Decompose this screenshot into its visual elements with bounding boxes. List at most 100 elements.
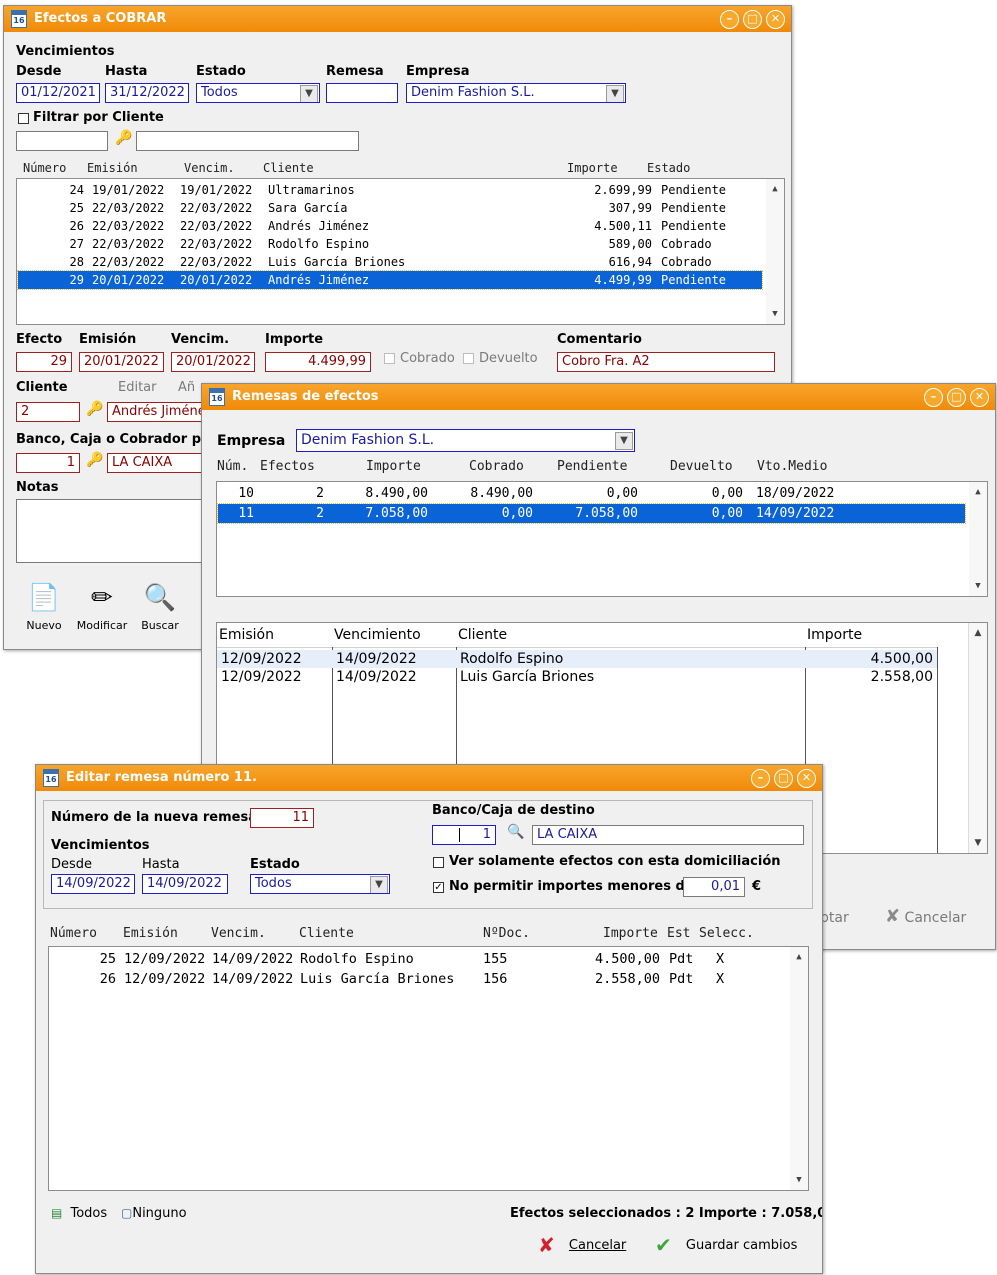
vertical-scrollbar[interactable]: ▲ ▼ xyxy=(790,947,808,1190)
cliente-code-input[interactable] xyxy=(16,131,108,151)
col-pendiente[interactable]: Pendiente xyxy=(557,459,627,474)
numero-remesa-input[interactable]: 11 xyxy=(250,808,314,828)
col-cobrado[interactable]: Cobrado xyxy=(469,459,524,474)
close-icon[interactable]: ✕ xyxy=(970,388,989,407)
notas-textarea[interactable] xyxy=(16,499,206,563)
banco-id-input[interactable]: 1 xyxy=(432,825,496,845)
list-item[interactable]: 26 12/09/2022 14/09/2022 Luis García Bri… xyxy=(50,969,786,989)
anadir-link[interactable]: Añ xyxy=(178,380,195,395)
col-efectos[interactable]: Efectos xyxy=(260,459,315,474)
list-item[interactable]: 10 2 8.490,00 8.490,00 0,00 0,00 18/09/2… xyxy=(218,484,965,503)
list-item[interactable]: 26 22/03/2022 22/03/2022 Andrés Jiménez … xyxy=(18,217,762,235)
cancelar-button[interactable]: ✘ Cancelar xyxy=(538,1233,626,1257)
ninguno-button[interactable]: ▢Ninguno xyxy=(121,1206,187,1221)
col-est[interactable]: Est xyxy=(667,926,690,941)
estado-select[interactable]: Todos ▼ xyxy=(196,83,320,103)
editar-link[interactable]: Editar xyxy=(118,380,157,395)
min-importe-input[interactable]: 0,01 xyxy=(683,877,745,897)
list-item-selected[interactable]: 11 2 7.058,00 0,00 7.058,00 0,00 14/09/2… xyxy=(217,503,966,524)
ver-solamente-checkbox[interactable] xyxy=(433,857,444,868)
scroll-down-icon[interactable]: ▼ xyxy=(969,578,987,594)
hasta-date-input[interactable]: 14/09/2022 xyxy=(142,874,228,894)
banco-name-field[interactable]: LA CAIXA xyxy=(532,825,804,845)
vertical-scrollbar[interactable]: ▲ ▼ xyxy=(969,482,987,596)
key-lookup-icon[interactable]: 🔑 xyxy=(86,401,103,417)
col-devuelto[interactable]: Devuelto xyxy=(670,459,733,474)
todos-button[interactable]: ▤ Todos xyxy=(51,1206,107,1221)
hasta-date-input[interactable]: 31/12/2022 xyxy=(105,83,189,103)
vencim-input[interactable]: 20/01/2022 xyxy=(171,352,255,372)
col-numero[interactable]: Número xyxy=(23,161,66,175)
list-item[interactable]: 25 12/09/2022 14/09/2022 Rodolfo Espino … xyxy=(50,949,786,969)
minimize-icon[interactable]: – xyxy=(720,10,739,29)
empresa-select[interactable]: Denim Fashion S.L. ▼ xyxy=(406,83,626,103)
remesas-list[interactable]: 10 2 8.490,00 8.490,00 0,00 0,00 18/09/2… xyxy=(216,481,988,597)
scroll-down-icon[interactable]: ▼ xyxy=(790,1172,808,1188)
vertical-scrollbar[interactable]: ▲ ▼ xyxy=(968,623,987,853)
efectos-list[interactable]: 24 19/01/2022 19/01/2022 Ultramarinos 2.… xyxy=(16,178,785,325)
maximize-icon[interactable]: □ xyxy=(947,388,966,407)
col-emision[interactable]: Emisión xyxy=(123,926,178,941)
chevron-down-icon[interactable]: ▼ xyxy=(615,432,633,450)
cliente-id-input[interactable]: 2 xyxy=(16,402,80,422)
cell-selecc[interactable]: X xyxy=(716,969,724,989)
grid-row[interactable]: 12/09/2022 14/09/2022 Rodolfo Espino 4.5… xyxy=(217,650,937,668)
chevron-down-icon[interactable]: ▼ xyxy=(606,85,624,102)
guardar-cambios-button[interactable]: ✔ Guardar cambios xyxy=(655,1233,797,1257)
scroll-up-icon[interactable]: ▲ xyxy=(790,949,808,965)
key-lookup-icon[interactable]: 🔑 xyxy=(115,130,132,146)
close-icon[interactable]: ✕ xyxy=(797,769,816,788)
col-emision[interactable]: Emisión xyxy=(87,161,138,175)
comentario-input[interactable]: Cobro Fra. A2 xyxy=(557,352,775,372)
cobrado-checkbox[interactable] xyxy=(384,353,395,364)
scroll-down-icon[interactable]: ▼ xyxy=(766,306,784,322)
grid-col-cliente[interactable]: Cliente xyxy=(457,623,806,648)
banco-name-field[interactable]: LA CAIXA xyxy=(107,453,207,473)
remesa-input[interactable] xyxy=(326,83,398,103)
cancelar-button[interactable]: ✘ Cancelar xyxy=(885,906,966,927)
col-importe[interactable]: Importe xyxy=(567,161,618,175)
col-vencim[interactable]: Vencim. xyxy=(211,926,266,941)
estado-select[interactable]: Todos ▼ xyxy=(250,874,390,894)
minimize-icon[interactable]: – xyxy=(924,388,943,407)
col-vencim[interactable]: Vencim. xyxy=(184,161,235,175)
col-estado[interactable]: Estado xyxy=(647,161,690,175)
devuelto-checkbox[interactable] xyxy=(463,353,474,364)
col-numero[interactable]: Número xyxy=(50,926,97,941)
col-importe[interactable]: Importe xyxy=(603,926,658,941)
grid-col-emision[interactable]: Emisión xyxy=(217,623,333,648)
scroll-up-icon[interactable]: ▲ xyxy=(969,484,987,500)
chevron-down-icon[interactable]: ▼ xyxy=(300,85,318,102)
emision-input[interactable]: 20/01/2022 xyxy=(79,352,164,372)
cell-selecc[interactable]: X xyxy=(716,949,724,969)
empresa-select[interactable]: Denim Fashion S.L. ▼ xyxy=(296,429,635,452)
desde-date-input[interactable]: 14/09/2022 xyxy=(51,874,135,894)
list-item[interactable]: 25 22/03/2022 22/03/2022 Sara García 307… xyxy=(18,199,762,217)
titlebar[interactable]: 16 Remesas de efectos – □ ✕ xyxy=(202,384,995,410)
list-item[interactable]: 24 19/01/2022 19/01/2022 Ultramarinos 2.… xyxy=(18,181,762,199)
list-item[interactable]: 28 22/03/2022 22/03/2022 Luis García Bri… xyxy=(18,253,762,271)
nuevo-button[interactable]: 📄 Nuevo xyxy=(18,581,70,632)
maximize-icon[interactable]: □ xyxy=(774,769,793,788)
desde-date-input[interactable]: 01/12/2021 xyxy=(16,83,100,103)
col-num[interactable]: Núm. xyxy=(217,459,248,474)
maximize-icon[interactable]: □ xyxy=(743,10,762,29)
vertical-scrollbar[interactable]: ▲ ▼ xyxy=(766,179,784,324)
col-cliente[interactable]: Cliente xyxy=(299,926,354,941)
modificar-button[interactable]: ✏ Modificar xyxy=(76,581,128,632)
scroll-up-icon[interactable]: ▲ xyxy=(766,181,784,197)
banco-id-input[interactable]: 1 xyxy=(16,453,80,473)
cliente-name-input[interactable] xyxy=(136,131,359,151)
col-ndoc[interactable]: NºDoc. xyxy=(483,926,530,941)
list-item-selected[interactable]: 29 20/01/2022 20/01/2022 Andrés Jiménez … xyxy=(17,270,763,290)
grid-row[interactable]: 12/09/2022 14/09/2022 Luis García Brione… xyxy=(217,668,937,686)
col-importe[interactable]: Importe xyxy=(366,459,421,474)
no-permitir-checkbox[interactable]: ✓ xyxy=(433,882,444,893)
col-vto-medio[interactable]: Vto.Medio xyxy=(757,459,827,474)
efecto-input[interactable]: 29 xyxy=(16,352,72,372)
importe-input[interactable]: 4.499,99 xyxy=(265,352,371,372)
scroll-up-icon[interactable]: ▲ xyxy=(969,625,987,641)
lookup-magnifier-icon[interactable]: 🔍 xyxy=(507,824,524,840)
chevron-down-icon[interactable]: ▼ xyxy=(370,876,388,893)
list-item[interactable]: 27 22/03/2022 22/03/2022 Rodolfo Espino … xyxy=(18,235,762,253)
